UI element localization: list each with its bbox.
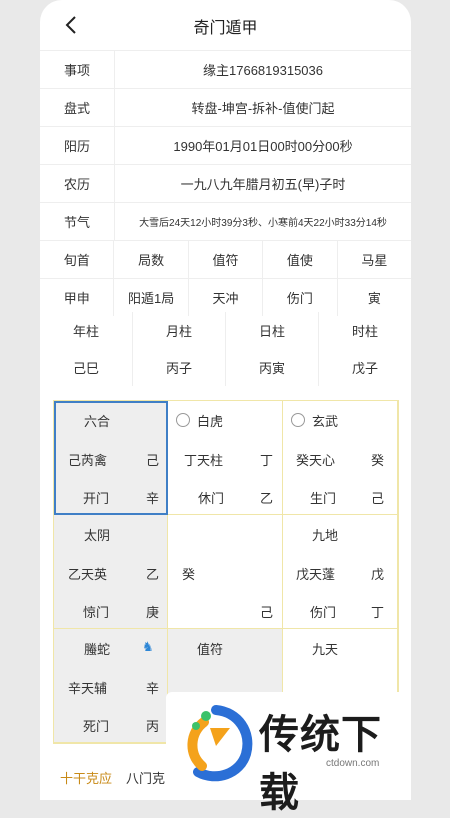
info-value: 转盘-坤宫-拆补-值使门起 <box>191 101 335 116</box>
xun-header-row: 旬首 局数 值符 值使 马星 <box>40 240 411 278</box>
palace-god: 九天 <box>312 642 339 657</box>
app-screen: 奇门遁甲 事项 缘主1766819315036 盘式 转盘-坤宫-拆补-值使门起… <box>40 0 411 800</box>
pillar-header: 日柱 <box>226 312 319 349</box>
info-row-item: 事项 缘主1766819315036 <box>40 50 411 88</box>
xun-header: 旬首 <box>40 241 115 278</box>
info-table: 事项 缘主1766819315036 盘式 转盘-坤宫-拆补-值使门起 阳历 1… <box>40 50 411 316</box>
palace-god: 玄武 <box>312 414 339 429</box>
palace-door-stem: 己 <box>371 491 385 506</box>
palace-star: 己芮禽 <box>68 453 108 468</box>
xun-header: 值符 <box>189 241 264 278</box>
palace-god: 六合 <box>84 414 111 429</box>
info-value: 缘主1766819315036 <box>203 63 323 78</box>
pillar-header: 时柱 <box>351 324 378 339</box>
radio-icon[interactable] <box>291 413 305 427</box>
palace-god: 白虎 <box>197 414 224 429</box>
info-row-pan: 盘式 转盘-坤宫-拆补-值使门起 <box>40 88 411 126</box>
palace-star-stem: 己 <box>146 453 160 468</box>
palace-door-stem: 丁 <box>371 605 385 620</box>
xun-value: 寅 <box>367 291 381 306</box>
watermark-domain: ctdown.com <box>326 758 380 769</box>
pillar-header-row: 年柱 月柱 日柱 时柱 <box>40 312 411 349</box>
info-label: 盘式 <box>40 89 115 126</box>
info-label: 农历 <box>40 165 115 202</box>
palace-star: 辛天辅 <box>68 681 108 696</box>
pillar-value: 戊子 <box>351 361 378 376</box>
palace-god: 值符 <box>197 642 224 657</box>
info-value: 一九八九年腊月初五(早)子时 <box>180 177 346 192</box>
radio-icon[interactable] <box>176 413 190 427</box>
palace-cell[interactable]: 玄武 癸天心 癸 生门 己 <box>283 401 398 515</box>
info-value: 1990年01月01日00时00分00秒 <box>173 139 353 154</box>
palace-door-stem: 丙 <box>146 719 160 734</box>
pillar-header: 年柱 <box>40 312 133 349</box>
palace-door: 休门 <box>198 491 225 506</box>
info-value: 大雪后24天12小时39分3秒、小寒前4天22小时33分14秒 <box>139 218 387 229</box>
palace-star: 戊天蓬 <box>296 567 336 582</box>
palace-star: 乙天英 <box>68 567 108 582</box>
palace-cell[interactable]: 六合 己芮禽 己 开门 辛 <box>54 401 168 515</box>
info-label: 节气 <box>40 203 115 240</box>
brand-logo-icon <box>187 705 253 782</box>
palace-god: 太阴 <box>84 528 111 543</box>
xun-header: 局数 <box>114 241 189 278</box>
palace-cell[interactable]: 九地 戊天蓬 戊 伤门 丁 <box>283 515 398 629</box>
palace-door: 开门 <box>83 491 110 506</box>
palace-god: 九地 <box>312 528 339 543</box>
center-stem-right: 己 <box>260 605 274 620</box>
horse-icon: ♞ <box>142 639 154 654</box>
center-stem-left: 癸 <box>182 567 196 582</box>
xun-value: 伤门 <box>263 279 338 316</box>
xun-value: 天冲 <box>189 279 264 316</box>
center-palace[interactable]: 癸 己 <box>168 515 283 629</box>
info-row-lunar: 农历 一九八九年腊月初五(早)子时 <box>40 164 411 202</box>
palace-door: 生门 <box>310 491 337 506</box>
page-title: 奇门遁甲 <box>193 20 258 37</box>
palace-door: 死门 <box>83 719 110 734</box>
palace-star-stem: 癸 <box>371 453 385 468</box>
palace-star-stem: 乙 <box>146 567 160 582</box>
palace-star-stem: 戊 <box>371 567 385 582</box>
pillar-header: 月柱 <box>133 312 226 349</box>
info-label: 阳历 <box>40 127 115 164</box>
palace-star-stem: 丁 <box>260 453 274 468</box>
pillar-value: 丙寅 <box>226 349 319 386</box>
palace-door: 伤门 <box>310 605 337 620</box>
palace-cell[interactable]: 螣蛇 ♞ 辛天辅 辛 死门 丙 <box>54 629 168 743</box>
palace-star-stem: 辛 <box>146 681 160 696</box>
palace-cell[interactable]: 白虎 丁天柱 丁 休门 乙 <box>168 401 283 515</box>
nav-bar: 奇门遁甲 <box>40 0 411 50</box>
xun-value-row: 甲申 阳遁1局 天冲 伤门 寅 <box>40 278 411 316</box>
palace-star: 癸天心 <box>296 453 336 468</box>
bottom-tabs: 十干克应 八门克 <box>60 768 165 787</box>
info-row-solar-term: 节气 大雪后24天12小时39分3秒、小寒前4天22小时33分14秒 <box>40 202 411 240</box>
four-pillars: 年柱 月柱 日柱 时柱 己巳 丙子 丙寅 戊子 <box>40 312 411 386</box>
info-label: 事项 <box>40 51 115 88</box>
palace-cell[interactable]: 太阴 乙天英 乙 惊门 庚 <box>54 515 168 629</box>
palace-door-stem: 辛 <box>146 491 160 506</box>
pillar-value-row: 己巳 丙子 丙寅 戊子 <box>40 349 411 386</box>
pillar-value: 丙子 <box>133 349 226 386</box>
palace-door-stem: 庚 <box>146 605 160 620</box>
pillar-value: 己巳 <box>40 349 133 386</box>
tab-bamen[interactable]: 八门克 <box>126 768 165 787</box>
xun-value: 阳遁1局 <box>114 279 189 316</box>
tab-tiangan[interactable]: 十干克应 <box>60 768 112 787</box>
palace-star: 丁天柱 <box>184 453 224 468</box>
xun-value: 甲申 <box>40 279 115 316</box>
palace-door: 惊门 <box>83 605 110 620</box>
xun-header: 马星 <box>361 253 388 268</box>
xun-header: 值使 <box>263 241 338 278</box>
palace-god: 螣蛇 <box>84 642 111 657</box>
info-row-solar: 阳历 1990年01月01日00时00分00秒 <box>40 126 411 164</box>
watermark-logo: 传统下载 ctdown.com <box>166 692 411 815</box>
palace-door-stem: 乙 <box>260 491 274 506</box>
